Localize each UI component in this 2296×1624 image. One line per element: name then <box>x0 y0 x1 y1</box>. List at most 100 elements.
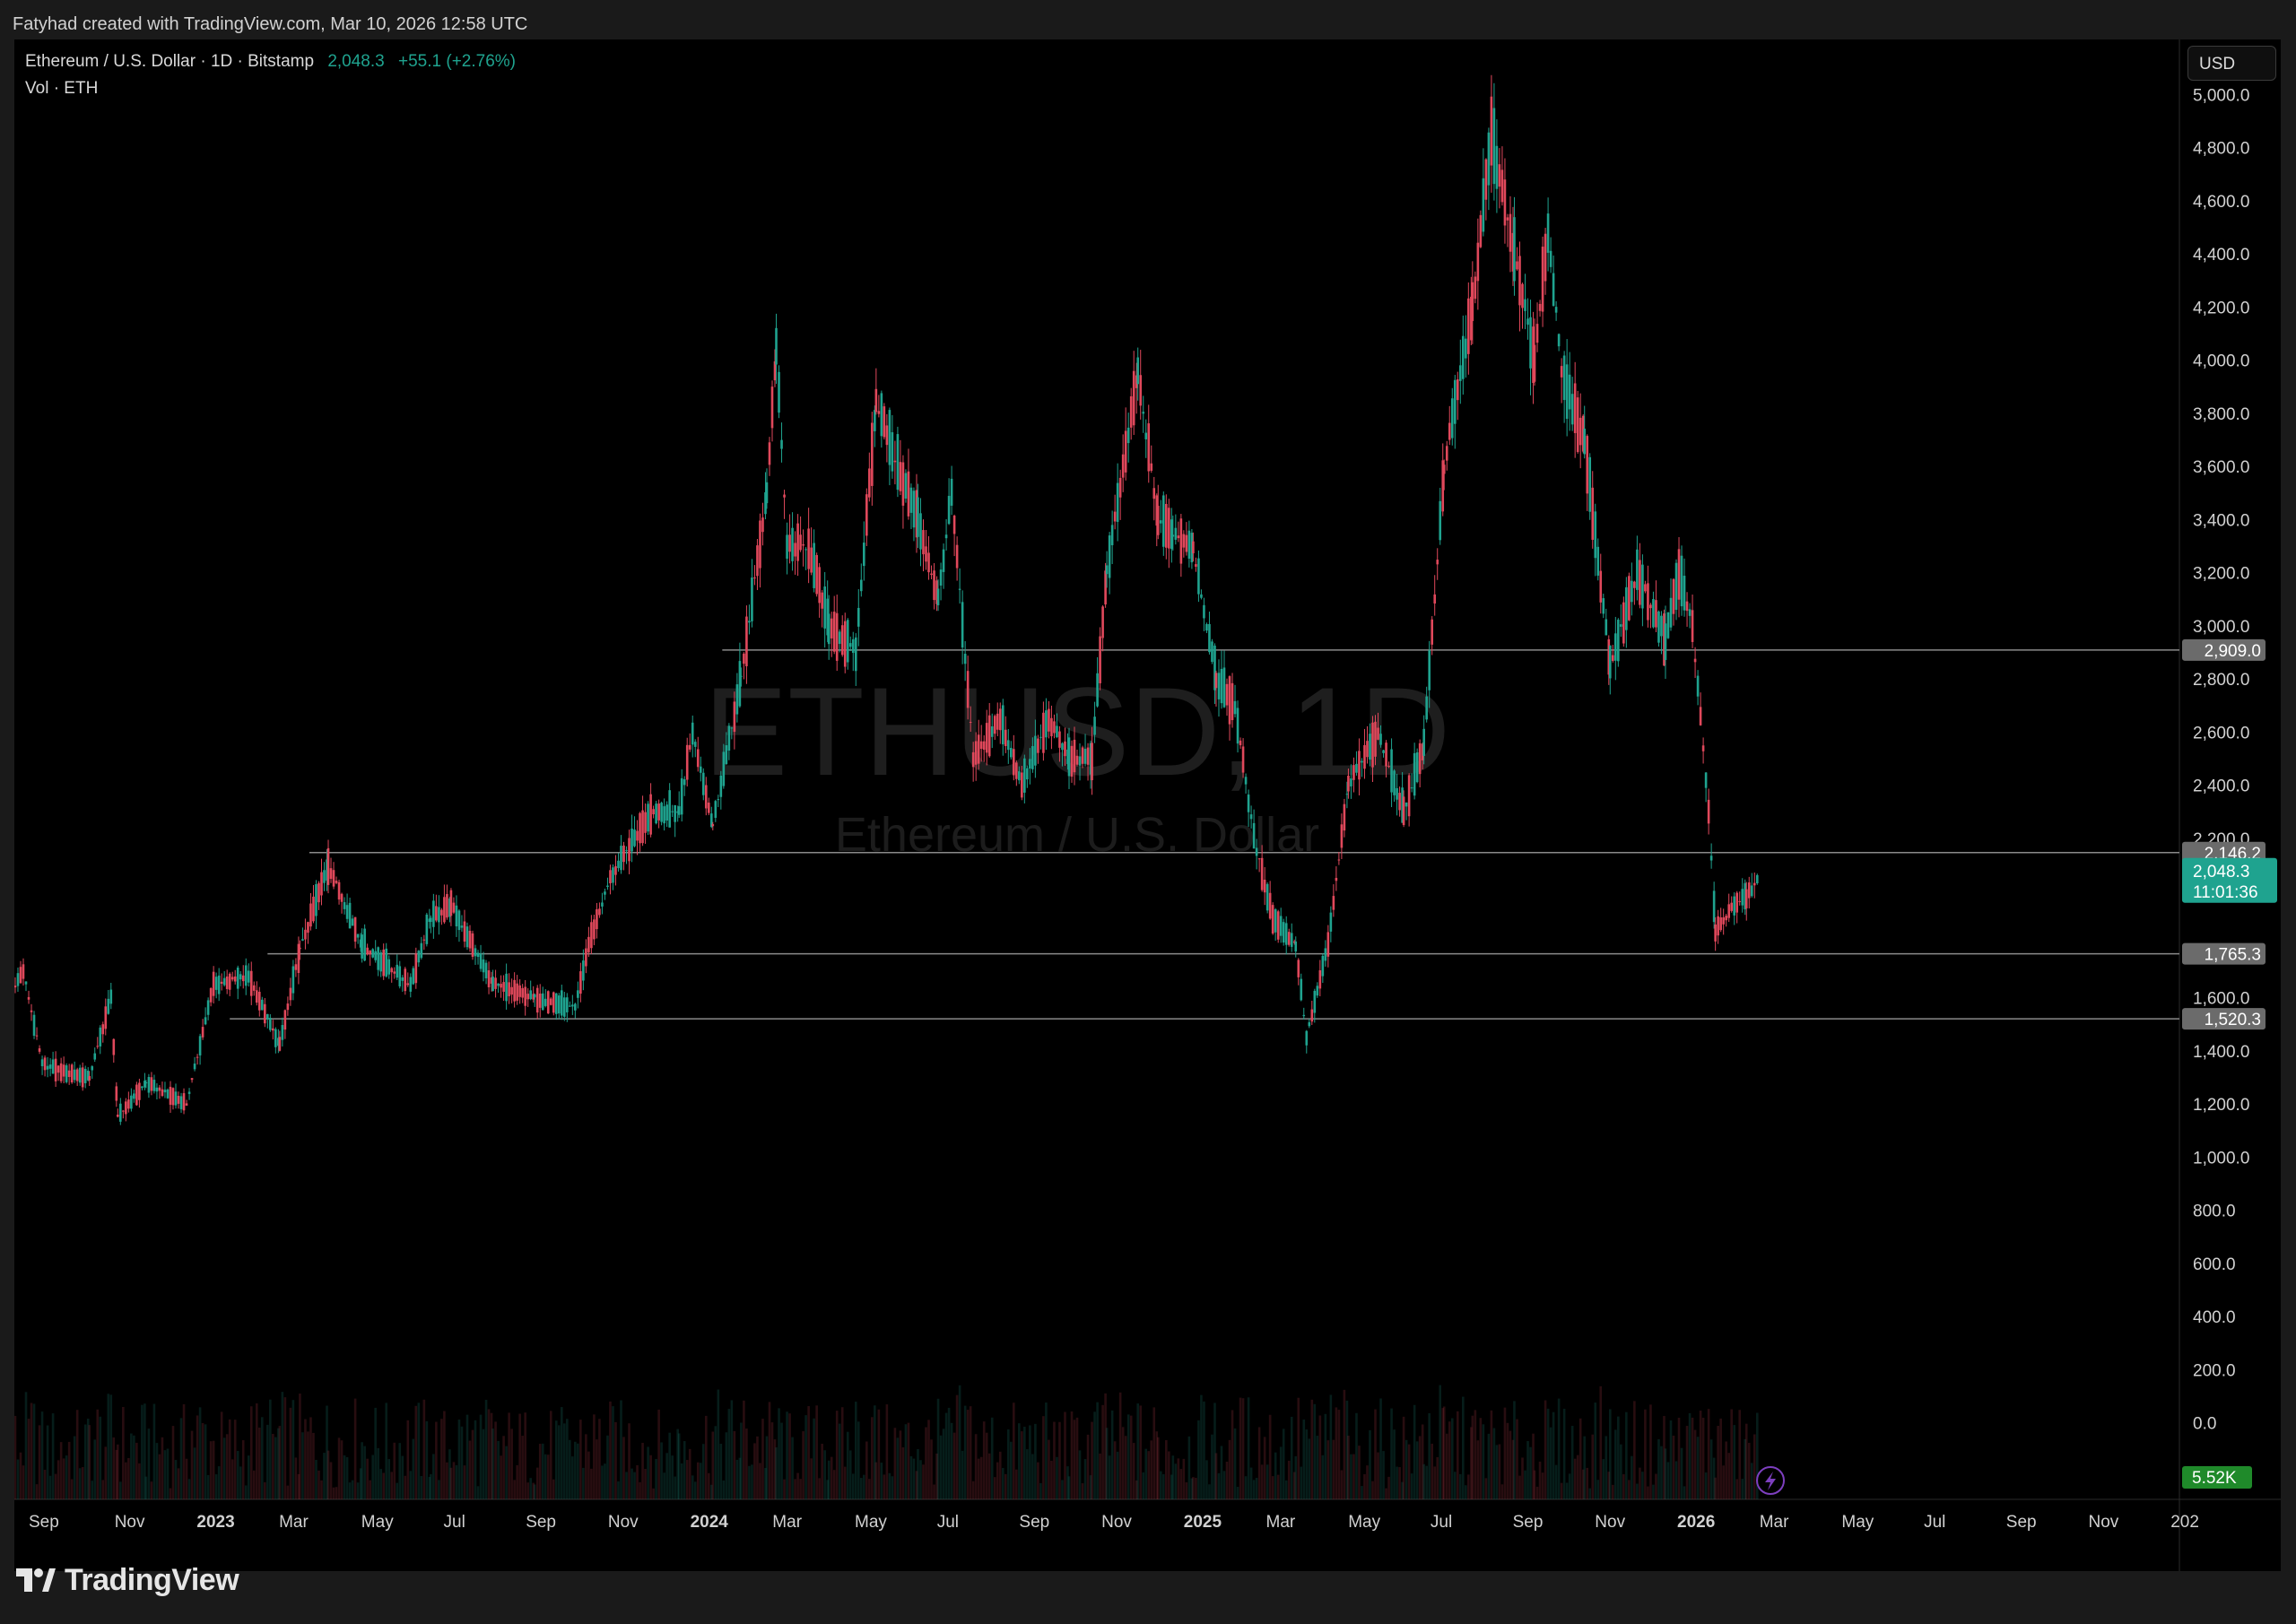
candle-body[interactable] <box>432 900 435 927</box>
candle-body[interactable] <box>166 1090 170 1099</box>
candle-body[interactable] <box>1602 598 1605 614</box>
candle-body[interactable] <box>1730 902 1733 911</box>
candle-body[interactable] <box>494 977 497 989</box>
candle-body[interactable] <box>1516 261 1518 270</box>
candle-body[interactable] <box>323 870 326 883</box>
candle-body[interactable] <box>1086 747 1090 765</box>
candle-body[interactable] <box>1156 506 1160 535</box>
candle-body[interactable] <box>1433 594 1437 604</box>
candle-body[interactable] <box>1347 776 1350 792</box>
candle-body[interactable] <box>966 671 970 708</box>
candle-body[interactable] <box>1144 432 1148 439</box>
candle-body[interactable] <box>1228 676 1231 725</box>
candle-body[interactable] <box>1714 924 1717 942</box>
candle-body[interactable] <box>14 986 17 988</box>
candle-body[interactable] <box>482 959 485 973</box>
candle-body[interactable] <box>99 1027 102 1046</box>
candle-body[interactable] <box>57 1065 60 1073</box>
candle-body[interactable] <box>794 543 796 557</box>
candle-body[interactable] <box>1573 383 1577 433</box>
candle-body[interactable] <box>874 388 878 413</box>
candle-body[interactable] <box>1099 636 1101 683</box>
candle-body[interactable] <box>1462 335 1465 379</box>
candle-body[interactable] <box>1422 728 1425 756</box>
candle-body[interactable] <box>693 742 697 747</box>
candle-body[interactable] <box>1594 511 1597 559</box>
candle-body[interactable] <box>455 905 458 927</box>
candle-body[interactable] <box>1294 941 1298 952</box>
candle-body[interactable] <box>711 824 715 827</box>
candle-body[interactable] <box>857 607 860 627</box>
candle-body[interactable] <box>171 1088 175 1106</box>
candle-body[interactable] <box>249 970 253 996</box>
candle-body[interactable] <box>1048 708 1050 732</box>
candle-body[interactable] <box>874 410 876 431</box>
candle-body[interactable] <box>1113 511 1117 522</box>
candle-body[interactable] <box>885 425 889 446</box>
candle-body[interactable] <box>1436 560 1439 565</box>
candle-body[interactable] <box>827 613 831 645</box>
candle-body[interactable] <box>617 860 620 869</box>
candle-body[interactable] <box>1393 770 1396 795</box>
candle-body[interactable] <box>1056 725 1058 737</box>
symbol-legend[interactable]: Ethereum / U.S. Dollar · 1D · Bitstamp 2… <box>25 52 516 72</box>
candle-body[interactable] <box>182 1093 186 1111</box>
candle-body[interactable] <box>179 1096 183 1109</box>
candle-body[interactable] <box>917 497 919 537</box>
candle-body[interactable] <box>241 975 245 982</box>
candle-body[interactable] <box>272 1028 274 1031</box>
candle-body[interactable] <box>1018 771 1021 781</box>
candle-body[interactable] <box>115 1086 118 1101</box>
candle-body[interactable] <box>1015 762 1018 779</box>
candle-body[interactable] <box>526 994 529 1000</box>
candle-body[interactable] <box>1013 749 1015 776</box>
candle-body[interactable] <box>1287 932 1291 945</box>
candle-body[interactable] <box>1498 164 1501 187</box>
candle-body[interactable] <box>1108 535 1111 578</box>
candle-body[interactable] <box>717 799 720 801</box>
candle-body[interactable] <box>112 1038 116 1055</box>
candle-body[interactable] <box>356 934 360 938</box>
candle-body[interactable] <box>51 1059 55 1074</box>
candle-body[interactable] <box>735 684 739 715</box>
candle-body[interactable] <box>958 588 961 590</box>
candle-body[interactable] <box>1313 990 1317 1013</box>
candle-body[interactable] <box>38 1048 41 1052</box>
candle-body[interactable] <box>1142 412 1145 414</box>
candle-body[interactable] <box>1225 683 1229 706</box>
candle-body[interactable] <box>883 406 886 438</box>
candle-body[interactable] <box>813 543 815 588</box>
candle-body[interactable] <box>1081 747 1084 764</box>
candle-body[interactable] <box>1752 882 1756 886</box>
candle-body[interactable] <box>725 745 728 765</box>
candle-body[interactable] <box>1335 877 1338 881</box>
candle-body[interactable] <box>554 993 558 1014</box>
candle-body[interactable] <box>552 992 555 1013</box>
candle-body[interactable] <box>48 1064 52 1069</box>
candle-body[interactable] <box>830 618 833 638</box>
candle-body[interactable] <box>332 870 335 887</box>
candle-body[interactable] <box>1664 623 1667 660</box>
candle-body[interactable] <box>1039 736 1042 738</box>
candle-body[interactable] <box>1458 365 1462 381</box>
candle-body[interactable] <box>54 1058 57 1081</box>
candle-body[interactable] <box>1361 760 1363 763</box>
candle-body[interactable] <box>46 1065 49 1070</box>
candle-body[interactable] <box>83 1068 87 1083</box>
candle-body[interactable] <box>647 803 649 832</box>
candle-body[interactable] <box>877 411 881 414</box>
candle-body[interactable] <box>579 971 582 994</box>
candle-body[interactable] <box>487 970 491 987</box>
candle-body[interactable] <box>1442 465 1446 474</box>
candle-body[interactable] <box>950 478 953 506</box>
candle-body[interactable] <box>1126 427 1130 444</box>
candle-body[interactable] <box>919 513 922 550</box>
candle-body[interactable] <box>1669 597 1673 628</box>
candle-body[interactable] <box>206 1000 210 1015</box>
candle-body[interactable] <box>1413 752 1416 796</box>
candle-body[interactable] <box>516 983 518 1001</box>
candle-body[interactable] <box>67 1070 71 1077</box>
candle-body[interactable] <box>1282 922 1285 943</box>
candle-body[interactable] <box>1479 214 1483 248</box>
candle-body[interactable] <box>81 1067 84 1088</box>
